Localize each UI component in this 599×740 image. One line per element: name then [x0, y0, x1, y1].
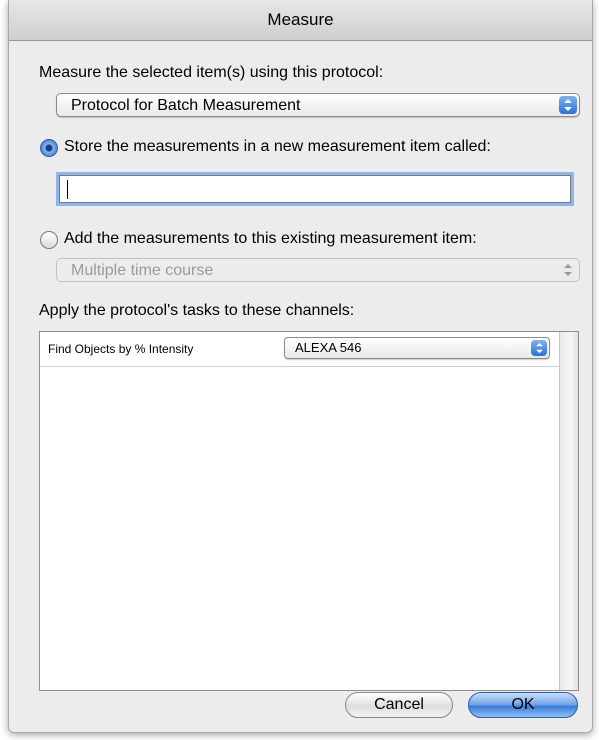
- channels-table: Find Objects by % Intensity ALEXA 546: [39, 331, 579, 691]
- text-caret: [67, 180, 68, 199]
- protocol-label: Measure the selected item(s) using this …: [39, 64, 384, 81]
- store-option-label: Store the measurements in a new measurem…: [64, 138, 491, 155]
- add-radio-button[interactable]: [40, 231, 58, 249]
- updown-arrows-icon: [559, 261, 577, 279]
- cancel-button[interactable]: Cancel: [345, 692, 453, 718]
- store-radio-button[interactable]: [40, 139, 58, 157]
- existing-item-popup-value: Multiple time course: [71, 262, 214, 279]
- channel-popup[interactable]: ALEXA 546: [284, 337, 550, 359]
- measurement-name-input[interactable]: [59, 175, 571, 203]
- protocol-popup[interactable]: Protocol for Batch Measurement: [56, 93, 580, 117]
- table-scrollbar[interactable]: [559, 332, 578, 690]
- ok-button[interactable]: OK: [468, 692, 578, 718]
- task-name: Find Objects by % Intensity: [48, 342, 194, 356]
- channel-popup-value: ALEXA 546: [295, 340, 362, 355]
- updown-arrows-icon: [559, 96, 577, 114]
- protocol-popup-value: Protocol for Batch Measurement: [71, 97, 301, 114]
- channels-label: Apply the protocol's tasks to these chan…: [39, 302, 355, 319]
- window-title: Measure: [9, 0, 592, 41]
- existing-item-popup: Multiple time course: [56, 258, 580, 282]
- measure-dialog: Measure Measure the selected item(s) usi…: [8, 0, 593, 733]
- table-row: Find Objects by % Intensity ALEXA 546: [40, 332, 560, 367]
- add-option-label: Add the measurements to this existing me…: [64, 230, 477, 247]
- updown-arrows-icon: [531, 340, 547, 356]
